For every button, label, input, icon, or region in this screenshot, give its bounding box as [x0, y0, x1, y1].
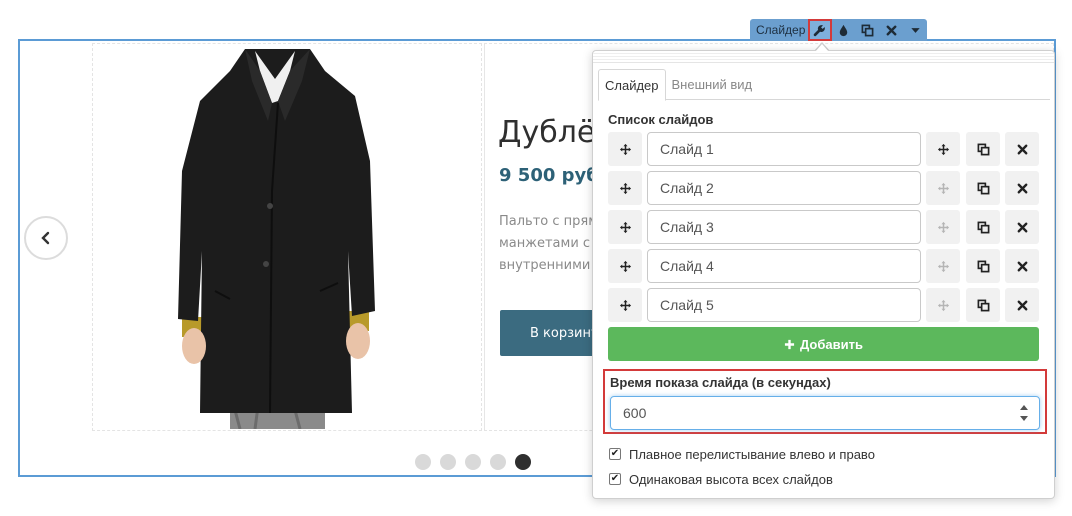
plus-icon: [784, 339, 795, 349]
tab-slider[interactable]: Слайдер: [598, 69, 666, 101]
copy-icon: [977, 182, 989, 194]
delete-slide-button[interactable]: [1005, 132, 1039, 166]
drag-handle-button[interactable]: [608, 249, 642, 283]
duplicate-slide-button[interactable]: [966, 171, 1000, 205]
close-icon: [1017, 144, 1027, 154]
duplicate-slide-button[interactable]: [966, 210, 1000, 244]
slide-name-input[interactable]: Слайд 2: [647, 171, 921, 205]
slides-list-heading: Список слайдов: [608, 112, 714, 127]
duration-value: 600: [623, 405, 647, 421]
column-divider: [484, 45, 485, 429]
delete-slide-button[interactable]: [1005, 171, 1039, 205]
spin-down-icon[interactable]: [1020, 416, 1028, 421]
equal-height-checkbox[interactable]: ✔: [609, 473, 621, 485]
add-slide-label: Добавить: [800, 336, 863, 352]
panel-tabs: Слайдер Внешний вид: [598, 69, 1050, 101]
move-icon: [619, 182, 631, 194]
slider-settings-panel: Слайдер Внешний вид Список слайдов Слайд…: [592, 50, 1055, 499]
number-spinner[interactable]: [1019, 405, 1029, 421]
smooth-scroll-option[interactable]: ✔ Плавное перелистывание влево и право: [609, 445, 875, 463]
duration-label: Время показа слайда (в секундах): [610, 375, 831, 390]
panel-pointer-inner: [815, 44, 829, 52]
add-slide-button[interactable]: Добавить: [608, 327, 1039, 361]
slide-name-input[interactable]: Слайд 5: [647, 288, 921, 322]
edit-slide-button[interactable]: [926, 288, 960, 322]
chevron-left-icon: [41, 231, 50, 245]
close-icon: [886, 25, 897, 35]
slide-name-input[interactable]: Слайд 4: [647, 249, 921, 283]
delete-slide-button[interactable]: [1005, 249, 1039, 283]
copy-icon: [861, 24, 874, 36]
move-icon: [619, 143, 631, 155]
drag-handle-button[interactable]: [608, 171, 642, 205]
pagination-dot-active[interactable]: [515, 454, 531, 470]
drop-icon: [839, 24, 848, 36]
drag-handle-button[interactable]: [608, 132, 642, 166]
product-image: [178, 49, 375, 429]
panel-drag-handle[interactable]: [593, 51, 1054, 63]
copy-icon: [977, 221, 989, 233]
pagination-dot[interactable]: [415, 454, 431, 470]
edit-slide-button[interactable]: [926, 210, 960, 244]
product-price: 9 500 руб.: [499, 165, 606, 186]
close-icon: [1017, 261, 1027, 271]
caret-down-icon: [910, 27, 920, 33]
edit-slide-button[interactable]: [926, 171, 960, 205]
block-toolbar: Слайдер: [750, 19, 927, 41]
slide-name-input[interactable]: Слайд 1: [647, 132, 921, 166]
drag-handle-button[interactable]: [608, 210, 642, 244]
duration-input[interactable]: 600: [610, 396, 1040, 430]
slide-row: Слайд 3: [608, 210, 1039, 244]
more-button[interactable]: [903, 19, 927, 41]
duplicate-slide-button[interactable]: [966, 288, 1000, 322]
smooth-scroll-checkbox[interactable]: ✔: [609, 448, 621, 460]
wrench-icon: [813, 24, 825, 36]
pagination-dot[interactable]: [440, 454, 456, 470]
prev-slide-button[interactable]: [24, 216, 68, 260]
delete-slide-button[interactable]: [1005, 210, 1039, 244]
crosshair-icon: [937, 221, 949, 233]
equal-height-label: Одинаковая высота всех слайдов: [629, 471, 833, 487]
duplicate-slide-button[interactable]: [966, 132, 1000, 166]
equal-height-option[interactable]: ✔ Одинаковая высота всех слайдов: [609, 470, 833, 488]
drag-handle-button[interactable]: [608, 288, 642, 322]
toolbar-label: Слайдер: [756, 23, 806, 37]
close-icon: [1017, 222, 1027, 232]
move-icon: [619, 221, 631, 233]
copy-icon: [977, 299, 989, 311]
slide-row: Слайд 4: [608, 249, 1039, 283]
duplicate-button[interactable]: [855, 19, 879, 41]
slide-row: Слайд 1: [608, 132, 1039, 166]
copy-icon: [977, 143, 989, 155]
delete-button[interactable]: [879, 19, 903, 41]
crosshair-icon: [937, 143, 949, 155]
pagination-dot[interactable]: [465, 454, 481, 470]
slide-row: Слайд 5: [608, 288, 1039, 322]
crosshair-icon: [937, 299, 949, 311]
smooth-scroll-label: Плавное перелистывание влево и право: [629, 446, 875, 462]
edit-slide-button[interactable]: [926, 132, 960, 166]
page: Дублёнка 9 500 руб. Пальто с прям манжет…: [0, 0, 1072, 516]
pagination-dot[interactable]: [490, 454, 506, 470]
slider-pagination: [415, 454, 531, 470]
settings-button[interactable]: [807, 19, 832, 41]
move-icon: [619, 299, 631, 311]
close-icon: [1017, 300, 1027, 310]
close-icon: [1017, 183, 1027, 193]
slide-name-input[interactable]: Слайд 3: [647, 210, 921, 244]
delete-slide-button[interactable]: [1005, 288, 1039, 322]
duplicate-slide-button[interactable]: [966, 249, 1000, 283]
tab-appearance[interactable]: Внешний вид: [666, 69, 759, 100]
spin-up-icon[interactable]: [1020, 405, 1028, 410]
move-icon: [619, 260, 631, 272]
duration-section: Время показа слайда (в секундах) 600: [603, 369, 1047, 434]
slide-row: Слайд 2: [608, 171, 1039, 205]
copy-icon: [977, 260, 989, 272]
edit-slide-button[interactable]: [926, 249, 960, 283]
style-button[interactable]: [832, 19, 856, 41]
crosshair-icon: [937, 260, 949, 272]
crosshair-icon: [937, 182, 949, 194]
